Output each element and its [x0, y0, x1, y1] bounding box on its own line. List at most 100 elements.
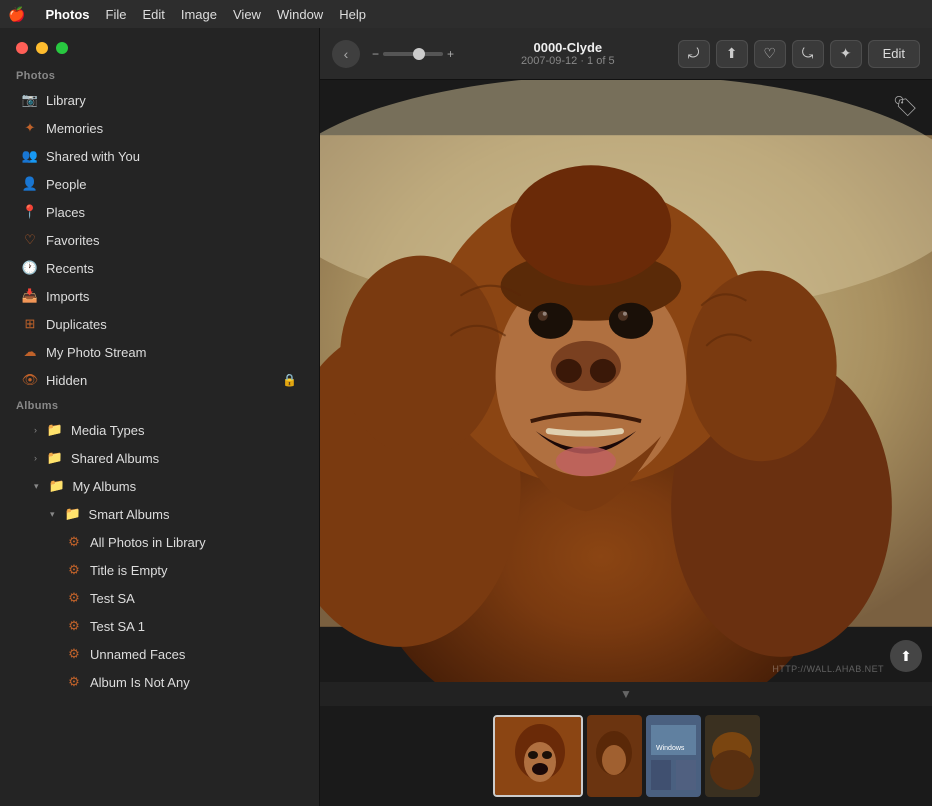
sidebar-item-library-label: Library: [46, 93, 86, 108]
toolbar: ‹ − + 0000-Clyde 2007-09-12 · 1 of 5 ⤾ ⬆…: [320, 28, 932, 80]
filmstrip-thumb-4[interactable]: [705, 715, 760, 797]
media-types-folder-icon: 📁: [47, 422, 63, 438]
tag-icon[interactable]: 🏷: [893, 94, 918, 119]
main-area: ‹ − + 0000-Clyde 2007-09-12 · 1 of 5 ⤾ ⬆…: [320, 28, 932, 806]
sidebar-item-album-is-not-any-label: Album Is Not Any: [90, 675, 190, 690]
filmstrip-thumb-1[interactable]: [493, 715, 583, 797]
test-sa-1-smart-icon: ⚙: [66, 618, 82, 634]
sidebar-item-recents[interactable]: 🕐 Recents: [6, 255, 313, 281]
svg-text:Windows: Windows: [656, 745, 685, 752]
sidebar-item-my-albums[interactable]: ▾ 📁 My Albums: [6, 473, 313, 499]
sidebar-item-test-sa[interactable]: ⚙ Test SA: [6, 585, 313, 611]
sidebar-item-favorites-label: Favorites: [46, 233, 99, 248]
recents-icon: 🕐: [22, 260, 38, 276]
sidebar-item-shared-albums[interactable]: › 📁 Shared Albums: [6, 445, 313, 471]
sidebar-item-unnamed-faces[interactable]: ⚙ Unnamed Faces: [6, 641, 313, 667]
sidebar-item-imports[interactable]: 📥 Imports: [6, 283, 313, 309]
zoom-slider[interactable]: [383, 52, 443, 56]
sidebar-item-memories[interactable]: ✦ Memories: [6, 115, 313, 141]
rotate-cw-button[interactable]: ⤿: [792, 40, 824, 68]
zoom-thumb: [413, 48, 425, 60]
edit-button[interactable]: Edit: [868, 40, 920, 68]
photo-title: 0000-Clyde: [533, 40, 602, 55]
magic-wand-button[interactable]: ✦: [830, 40, 862, 68]
image-menu[interactable]: Image: [181, 7, 217, 22]
toolbar-actions: ⤾ ⬆ ♡ ⤿ ✦ Edit: [678, 40, 920, 68]
hidden-icon: 👁: [22, 372, 38, 388]
places-icon: 📍: [22, 204, 38, 220]
sidebar-item-unnamed-faces-label: Unnamed Faces: [90, 647, 185, 662]
file-menu[interactable]: File: [106, 7, 127, 22]
sidebar-item-duplicates-label: Duplicates: [46, 317, 107, 332]
back-button[interactable]: ‹: [332, 40, 360, 68]
my-albums-chevron: ▾: [34, 481, 39, 492]
close-button[interactable]: [16, 42, 28, 54]
sidebar-item-recents-label: Recents: [46, 261, 94, 276]
filmstrip-thumb-3[interactable]: Windows: [646, 715, 701, 797]
favorites-icon: ♡: [22, 232, 38, 248]
toolbar-title-area: 0000-Clyde 2007-09-12 · 1 of 5: [466, 40, 670, 67]
sidebar-item-title-empty[interactable]: ⚙ Title is Empty: [6, 557, 313, 583]
sidebar-item-smart-albums[interactable]: ▾ 📁 Smart Albums: [6, 501, 313, 527]
share-button[interactable]: ⬆: [716, 40, 748, 68]
sidebar-item-test-sa-1[interactable]: ⚙ Test SA 1: [6, 613, 313, 639]
sidebar-item-duplicates[interactable]: ⊞ Duplicates: [6, 311, 313, 337]
shared-albums-folder-icon: 📁: [47, 450, 63, 466]
view-menu[interactable]: View: [233, 7, 261, 22]
help-menu[interactable]: Help: [339, 7, 366, 22]
sidebar-item-all-photos[interactable]: ⚙ All Photos in Library: [6, 529, 313, 555]
media-types-chevron: ›: [34, 425, 37, 435]
apple-menu[interactable]: 🍎: [8, 6, 25, 23]
sidebar-item-media-types-label: Media Types: [71, 423, 144, 438]
separator-bar[interactable]: ▼: [320, 682, 932, 706]
sidebar-item-title-empty-label: Title is Empty: [90, 563, 168, 578]
rotate-button[interactable]: ⤾: [678, 40, 710, 68]
sidebar-item-memories-label: Memories: [46, 121, 103, 136]
sidebar-item-media-types[interactable]: › 📁 Media Types: [6, 417, 313, 443]
sidebar-item-my-albums-label: My Albums: [73, 479, 137, 494]
maximize-button[interactable]: [56, 42, 68, 54]
sidebar-item-library[interactable]: 📷 Library: [6, 87, 313, 113]
sidebar-item-people[interactable]: 👤 People: [6, 171, 313, 197]
sidebar-item-test-sa-label: Test SA: [90, 591, 135, 606]
sidebar-item-shared-with-you[interactable]: 👥 Shared with You: [6, 143, 313, 169]
sidebar-item-smart-albums-label: Smart Albums: [89, 507, 170, 522]
test-sa-smart-icon: ⚙: [66, 590, 82, 606]
favorite-button[interactable]: ♡: [754, 40, 786, 68]
photo-main[interactable]: 🏷 HTTP://WALL.AHAB.NET ⬆: [320, 80, 932, 682]
sidebar-item-album-is-not-any[interactable]: ⚙ Album Is Not Any: [6, 669, 313, 695]
sidebar-item-hidden[interactable]: 👁 Hidden 🔒: [6, 367, 313, 393]
filmstrip: Windows: [320, 706, 932, 806]
sidebar-item-people-label: People: [46, 177, 86, 192]
smart-albums-folder-icon: 📁: [65, 506, 81, 522]
window-menu[interactable]: Window: [277, 7, 323, 22]
all-photos-smart-icon: ⚙: [66, 534, 82, 550]
app-body: Photos 📷 Library ✦ Memories 👥 Shared wit…: [0, 28, 932, 806]
library-icon: 📷: [22, 92, 38, 108]
sidebar-item-places-label: Places: [46, 205, 85, 220]
people-icon: 👤: [22, 176, 38, 192]
imports-icon: 📥: [22, 288, 38, 304]
sidebar-item-test-sa-1-label: Test SA 1: [90, 619, 145, 634]
shared-with-you-icon: 👥: [22, 148, 38, 164]
zoom-plus-icon: +: [447, 47, 454, 61]
filmstrip-thumb-2[interactable]: [587, 715, 642, 797]
minimize-button[interactable]: [36, 42, 48, 54]
memories-icon: ✦: [22, 120, 38, 136]
zoom-minus-icon: −: [372, 47, 379, 61]
sidebar-item-my-photo-stream[interactable]: ☁ My Photo Stream: [6, 339, 313, 365]
menu-bar: 🍎 Photos File Edit Image View Window Hel…: [0, 0, 932, 28]
share-overlay-button[interactable]: ⬆: [890, 640, 922, 672]
edit-menu[interactable]: Edit: [142, 7, 164, 22]
sidebar-item-favorites[interactable]: ♡ Favorites: [6, 227, 313, 253]
my-albums-folder-icon: 📁: [49, 478, 65, 494]
shared-albums-chevron: ›: [34, 453, 37, 463]
smart-albums-chevron: ▾: [50, 509, 55, 520]
lock-icon: 🔒: [282, 373, 297, 387]
app-menu[interactable]: Photos: [45, 7, 89, 22]
sidebar-item-places[interactable]: 📍 Places: [6, 199, 313, 225]
watermark: HTTP://WALL.AHAB.NET: [772, 664, 884, 674]
zoom-control: − +: [372, 47, 454, 61]
photos-section-label: Photos: [0, 64, 319, 86]
traffic-lights: [0, 28, 319, 64]
